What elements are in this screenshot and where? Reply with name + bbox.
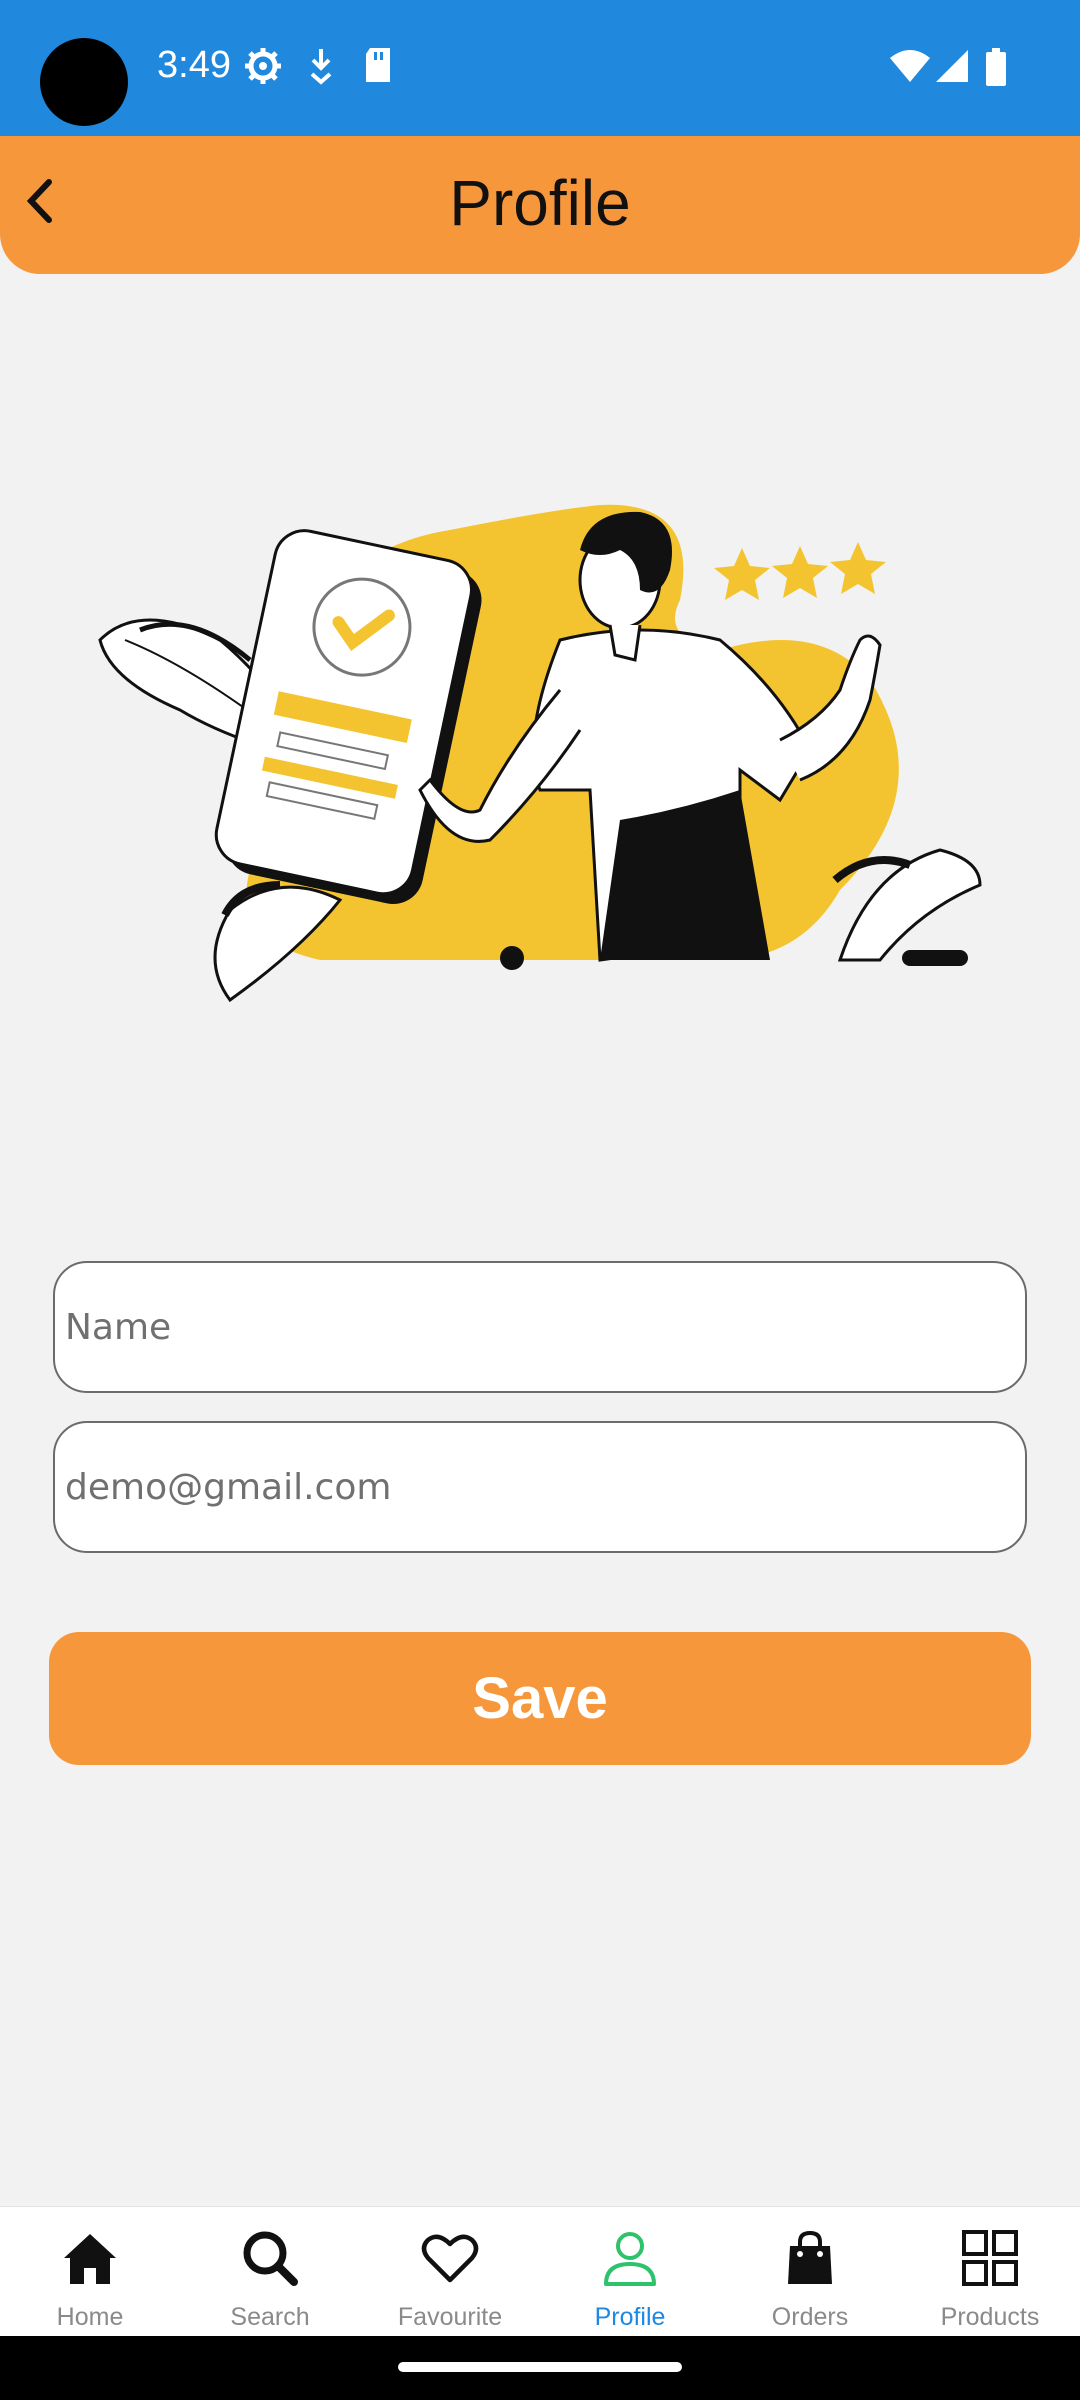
nav-item-orders[interactable]: Orders: [720, 2207, 900, 2336]
search-icon: [240, 2225, 300, 2291]
battery-icon: [984, 48, 1008, 91]
wifi-icon: [888, 48, 932, 89]
status-bar: 3:49: [0, 0, 1080, 136]
name-input[interactable]: [65, 1263, 1005, 1391]
nav-item-home[interactable]: Home: [0, 2207, 180, 2336]
email-input[interactable]: [65, 1423, 1005, 1551]
gesture-bar: [0, 2336, 1080, 2400]
user-icon: [600, 2225, 660, 2291]
page-title: Profile: [449, 167, 631, 239]
grid-icon: [960, 2225, 1020, 2291]
signal-icon: [934, 48, 970, 89]
nav-item-products[interactable]: Products: [900, 2207, 1080, 2336]
save-button[interactable]: Save: [49, 1632, 1031, 1765]
settings-gear-icon: [243, 46, 283, 91]
email-field[interactable]: [53, 1421, 1027, 1553]
sd-card-icon: [362, 46, 394, 89]
status-time: 3:49: [157, 44, 231, 86]
nav-label: Favourite: [397, 2303, 503, 2331]
profile-screen: 3:49 Profile Name demo@gmail.com Save Ho…: [0, 0, 1080, 2400]
heart-icon: [420, 2225, 480, 2291]
home-gesture-handle[interactable]: [398, 2362, 682, 2372]
home-icon: [60, 2225, 120, 2291]
nav-label: Profile: [594, 2303, 666, 2331]
nav-label: Products: [940, 2303, 1040, 2331]
nav-label: Home: [56, 2303, 124, 2331]
name-field[interactable]: [53, 1261, 1027, 1393]
shopping-bag-icon: [784, 2225, 836, 2291]
nav-item-profile[interactable]: Profile: [540, 2207, 720, 2336]
nav-label: Orders: [771, 2303, 849, 2331]
camera-cutout: [40, 38, 128, 126]
download-arrow-icon: [306, 46, 336, 91]
nav-label: Search: [230, 2303, 310, 2331]
profile-illustration: [98, 504, 982, 1003]
nav-item-search[interactable]: Search: [180, 2207, 360, 2336]
nav-item-favourite[interactable]: Favourite: [360, 2207, 540, 2336]
bottom-navigation: Home Search Favourite Profile Orders Pro…: [0, 2206, 1080, 2336]
app-bar: Profile: [0, 136, 1080, 274]
